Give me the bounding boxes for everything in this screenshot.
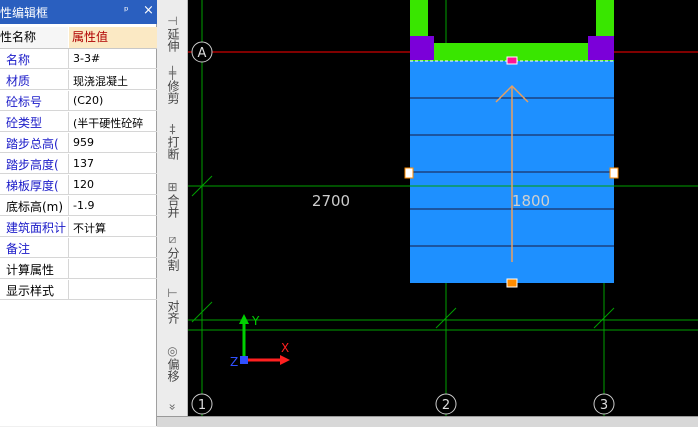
property-value[interactable]: 现浇混凝土 <box>73 73 128 89</box>
close-icon[interactable]: × <box>143 3 154 18</box>
property-value[interactable]: (C20) <box>73 94 103 107</box>
axis-label-3: 3 <box>600 398 608 413</box>
drawing-canvas[interactable]: A 1 2 3 2700 1800 Y X Z <box>188 0 698 416</box>
property-row[interactable]: 备注 <box>0 238 157 258</box>
property-row[interactable]: 砼类型 (半干硬性砼碎 <box>0 112 157 132</box>
beam <box>410 0 428 36</box>
property-name: 梯板厚度( <box>6 179 59 193</box>
break-button[interactable]: ‡ 打断 <box>157 122 188 160</box>
property-row[interactable]: 踏步高度( 137 <box>0 154 157 174</box>
property-row[interactable]: 底标高(m) -1.9 <box>0 196 157 216</box>
property-name: 名称 <box>6 53 31 67</box>
property-name: 备注 <box>6 242 31 256</box>
pin-icon[interactable]: ᵖ <box>124 4 129 17</box>
property-row[interactable]: 计算属性 <box>0 259 157 279</box>
edit-toolbar: ⊣ 延伸 ╪ 修剪 ‡ 打断 ⊞ 合并 ⧄ 分割 ⊢ 对齐 ◎ 偏移 » <box>157 0 188 426</box>
trim-icon: ╪ <box>168 66 177 80</box>
column <box>588 36 614 60</box>
grip-handle[interactable] <box>609 167 619 179</box>
extend-icon: ⊣ <box>167 14 178 28</box>
extend-button[interactable]: ⊣ 延伸 <box>157 14 188 52</box>
ucs-y-arrow <box>239 314 249 324</box>
property-name: 计算属性 <box>6 263 55 277</box>
ucs-y-label: Y <box>251 314 260 328</box>
merge-button[interactable]: ⊞ 合并 <box>157 180 188 218</box>
property-value[interactable]: 959 <box>73 136 94 149</box>
property-row[interactable]: 名称 3-3# <box>0 49 157 69</box>
property-value[interactable]: 137 <box>73 157 94 170</box>
break-icon: ‡ <box>169 122 176 136</box>
property-row[interactable]: 踏步总高( 959 <box>0 133 157 153</box>
property-name: 显示样式 <box>6 284 55 298</box>
header-name: 性名称 <box>0 27 68 48</box>
property-name: 底标高(m) <box>6 200 64 214</box>
trim-button[interactable]: ╪ 修剪 <box>157 66 188 104</box>
property-panel: 性编辑框 ᵖ × 性名称 属性值 名称 3-3# 材质 现浇混凝土 砼标号 (C… <box>0 0 157 426</box>
canvas-drawing: A 1 2 3 2700 1800 Y X Z <box>188 0 698 416</box>
ucs-z-label: Z <box>230 355 238 369</box>
property-row[interactable]: 显示样式 <box>0 280 157 300</box>
property-row[interactable]: 材质 现浇混凝土 <box>0 70 157 90</box>
panel-title: 性编辑框 <box>0 6 49 20</box>
property-name: 材质 <box>6 74 31 88</box>
property-row[interactable]: 梯板厚度( 120 <box>0 175 157 195</box>
align-icon: ⊢ <box>167 286 178 300</box>
panel-header: 性名称 属性值 <box>0 27 157 49</box>
offset-icon: ◎ <box>167 344 178 358</box>
axis-label-2: 2 <box>442 398 450 413</box>
dimension-right: 1800 <box>512 192 550 210</box>
split-button[interactable]: ⧄ 分割 <box>157 232 188 271</box>
property-name: 踏步高度( <box>6 158 59 172</box>
property-value[interactable]: 不计算 <box>73 220 106 236</box>
ucs-origin <box>240 356 248 364</box>
align-button[interactable]: ⊢ 对齐 <box>157 286 188 324</box>
property-value[interactable]: 3-3# <box>73 52 100 65</box>
more-tools-button[interactable]: » <box>157 400 188 414</box>
property-name: 砼标号 <box>6 95 43 109</box>
dimension-left: 2700 <box>312 192 350 210</box>
merge-icon: ⊞ <box>167 180 178 194</box>
column <box>410 36 434 60</box>
property-value[interactable]: (半干硬性砼碎 <box>73 115 143 131</box>
property-value[interactable]: -1.9 <box>73 199 94 212</box>
status-bar <box>157 416 698 427</box>
ucs-x-label: X <box>281 341 289 355</box>
ucs-x-arrow <box>280 355 290 365</box>
property-value[interactable]: 120 <box>73 178 94 191</box>
split-icon: ⧄ <box>168 232 177 246</box>
property-name: 建筑面积计 <box>6 221 67 235</box>
panel-title-bar: 性编辑框 ᵖ × <box>0 0 157 24</box>
header-value: 属性值 <box>69 27 157 48</box>
axis-label-a: A <box>198 46 207 61</box>
property-row[interactable]: 砼标号 (C20) <box>0 91 157 111</box>
property-row[interactable]: 建筑面积计 不计算 <box>0 217 157 237</box>
grip-handle[interactable] <box>506 278 518 288</box>
beam <box>596 0 614 36</box>
grip-handle[interactable] <box>404 167 414 179</box>
offset-button[interactable]: ◎ 偏移 <box>157 344 188 382</box>
property-name: 踏步总高( <box>6 137 59 151</box>
axis-label-1: 1 <box>198 398 206 413</box>
property-name: 砼类型 <box>6 116 43 130</box>
grip-handle[interactable] <box>506 56 518 65</box>
